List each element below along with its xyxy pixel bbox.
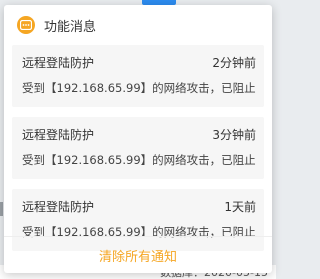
notice-time: 3分钟前 [212,128,256,142]
notification-popup: 功能消息 远程登陆防护 2分钟前 受到【192.168.65.99】的网络攻击，… [4,5,272,273]
notice-title: 远程登陆防护 [22,56,95,70]
popup-footer: 清除所有通知 [4,236,272,273]
notice-time: 2分钟前 [212,56,256,70]
notice-item[interactable]: 远程登陆防护 2分钟前 受到【192.168.65.99】的网络攻击，已阻止 [12,45,264,107]
notice-time: 1天前 [224,200,256,214]
notice-message: 受到【192.168.65.99】的网络攻击，已阻止 [22,81,256,95]
notice-message: 受到【192.168.65.99】的网络攻击，已阻止 [22,153,256,167]
popup-header: 功能消息 [4,5,272,45]
notice-list: 远程登陆防护 2分钟前 受到【192.168.65.99】的网络攻击，已阻止 远… [4,45,272,251]
notice-title: 远程登陆防护 [22,200,95,214]
notice-item[interactable]: 远程登陆防护 3分钟前 受到【192.168.65.99】的网络攻击，已阻止 [12,117,264,179]
popup-title: 功能消息 [44,19,97,35]
clear-all-notifications-button[interactable]: 清除所有通知 [99,246,177,265]
message-icon [17,16,35,34]
background-divider [0,202,3,216]
notice-title: 远程登陆防护 [22,128,95,142]
